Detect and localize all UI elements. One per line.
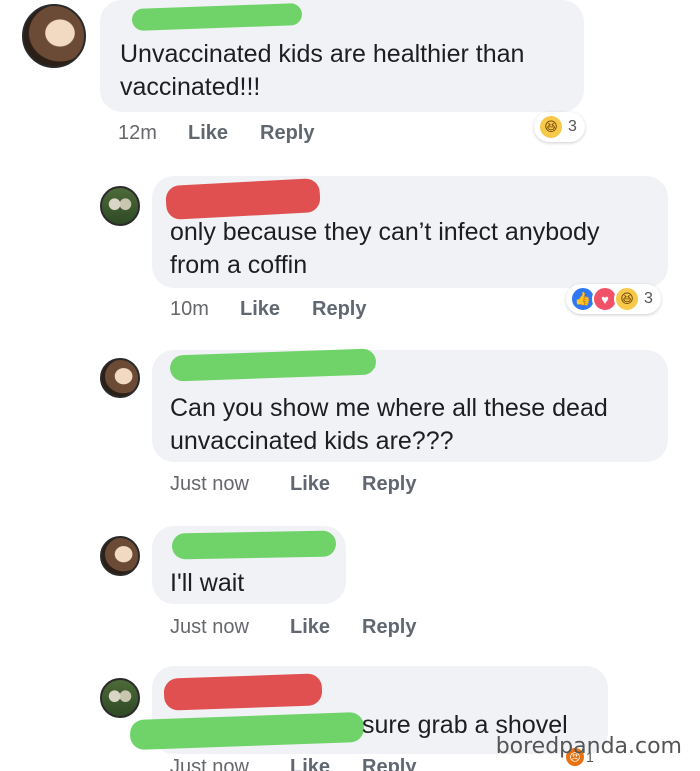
like-button[interactable]: Like xyxy=(290,756,330,771)
avatar[interactable] xyxy=(100,358,140,398)
reaction-count: 3 xyxy=(644,290,653,307)
like-button[interactable]: Like xyxy=(290,616,330,639)
reply-button[interactable]: Reply xyxy=(362,616,416,639)
haha-icon: 😆 xyxy=(538,114,564,140)
haha-icon: 😆 xyxy=(614,286,640,312)
comment-meta: Just now Like Reply xyxy=(170,616,470,640)
comment-text: only because they can’t infect anybody f… xyxy=(170,218,600,279)
comment-time[interactable]: Just now xyxy=(170,616,249,639)
avatar[interactable] xyxy=(100,678,140,718)
avatar[interactable] xyxy=(22,4,86,68)
like-button[interactable]: Like xyxy=(290,473,330,496)
comment-time[interactable]: 10m xyxy=(170,298,209,321)
like-button[interactable]: Like xyxy=(240,298,280,321)
redacted-author-name xyxy=(171,530,337,560)
comment-meta: 10m Like Reply xyxy=(170,298,430,322)
comment-time[interactable]: Just now xyxy=(170,756,249,771)
comment-text: Can you show me where all these dead unv… xyxy=(170,394,608,455)
comment-meta: 12m Like Reply xyxy=(118,122,378,146)
like-button[interactable]: Like xyxy=(188,122,228,145)
avatar[interactable] xyxy=(100,186,140,226)
avatar[interactable] xyxy=(100,536,140,576)
comment-meta: Just now Like Reply xyxy=(170,473,470,497)
reaction-summary[interactable]: 😆 3 xyxy=(534,112,585,142)
reply-button[interactable]: Reply xyxy=(312,298,366,321)
reaction-count: 3 xyxy=(568,118,577,135)
reaction-summary[interactable]: 👍 ♥ 😆 3 xyxy=(566,284,661,314)
watermark: boredpanda.com xyxy=(495,734,682,759)
comment-time[interactable]: 12m xyxy=(118,122,157,145)
comment-text: Unvaccinated kids are healthier than vac… xyxy=(120,40,525,101)
comment-meta: Just now Like Reply xyxy=(170,756,470,771)
redacted-author-name xyxy=(163,673,323,711)
reply-button[interactable]: Reply xyxy=(260,122,314,145)
reply-button[interactable]: Reply xyxy=(362,473,416,496)
comment-time[interactable]: Just now xyxy=(170,473,249,496)
comment-text: I'll wait xyxy=(170,569,245,597)
reply-button[interactable]: Reply xyxy=(362,756,416,771)
